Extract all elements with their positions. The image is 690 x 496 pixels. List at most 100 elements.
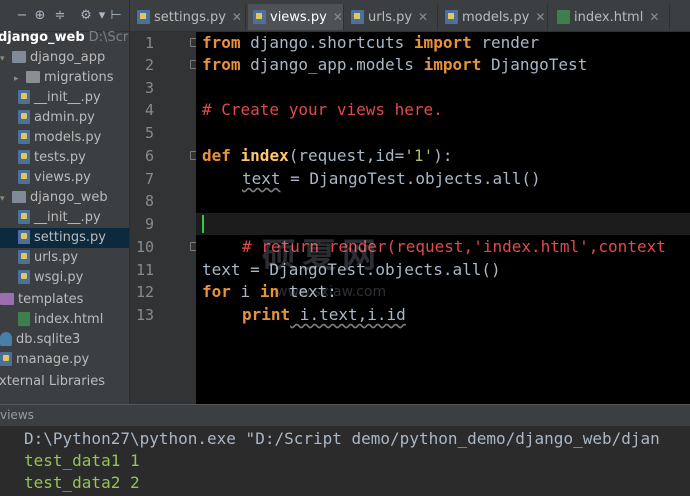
collapse-icon[interactable]: ≑ (52, 8, 68, 24)
tab-label: settings.py (154, 10, 226, 25)
tree-item-label: views.py (34, 170, 91, 185)
imported-name: render (471, 33, 540, 52)
print-args: i.text,i.id (290, 305, 406, 324)
loop-variable: i (230, 282, 260, 301)
tab-urls-py[interactable]: urls.py ✕ (346, 4, 438, 30)
tree-item-tests[interactable]: tests.py (18, 148, 129, 168)
keyword: import (423, 55, 482, 74)
collapse-arrow-icon[interactable]: ▸ (14, 69, 22, 89)
close-icon[interactable]: ✕ (649, 4, 659, 30)
html-file-icon (557, 10, 570, 24)
python-file-icon (18, 109, 30, 124)
tree-item-templates[interactable]: templates (0, 290, 129, 310)
keyword: for (202, 282, 231, 301)
close-icon[interactable]: ✕ (535, 4, 545, 30)
line-number: 1 (144, 34, 154, 52)
close-icon[interactable]: ✕ (418, 4, 428, 30)
html-file-icon (18, 311, 30, 326)
tree-item-label: xternal Libraries (0, 374, 105, 389)
tree-item-label: __init__.py (34, 210, 101, 225)
expand-arrow-icon[interactable]: ▾ (0, 49, 8, 69)
text-caret (202, 215, 204, 233)
line-number: 7 (144, 170, 154, 188)
watermark-url: www.sxiaw.com (276, 284, 387, 300)
comment: # Create your views here. (202, 100, 443, 119)
python-file-icon (18, 269, 30, 284)
run-panel-title[interactable]: views (0, 408, 34, 422)
tree-item-django-web-init[interactable]: __init__.py (18, 208, 129, 228)
tree-item-views[interactable]: views.py (18, 168, 129, 188)
pin-icon[interactable]: ⊢ (108, 8, 124, 24)
editor-tab-bar: settings.py ✕ views.py ✕ urls.py ✕ models.p… (130, 0, 690, 32)
tree-item-index-html[interactable]: index.html (18, 310, 129, 330)
python-file-icon (18, 229, 30, 244)
line-number: 3 (144, 79, 154, 97)
watermark: 硕夏网 (262, 236, 382, 276)
python-file-icon (351, 10, 364, 24)
tree-item-django-app[interactable]: ▾ django_app (0, 48, 129, 69)
line-number: 10 (135, 238, 154, 256)
target-icon[interactable]: ⊕ (32, 8, 48, 24)
line-number: 11 (135, 261, 154, 279)
line-number: 2 (144, 56, 154, 74)
tree-item-label: db.sqlite3 (16, 332, 81, 347)
tree-item-manage[interactable]: manage.py (0, 350, 129, 370)
tree-item-label: wsgi.py (34, 270, 84, 285)
tab-index-html[interactable]: index.html ✕ (552, 4, 670, 30)
tab-label: index.html (574, 10, 644, 25)
tree-item-wsgi[interactable]: wsgi.py (18, 268, 129, 288)
tree-item-label: settings.py (34, 230, 106, 245)
tree-item-migrations[interactable]: ▸ migrations (14, 68, 129, 89)
python-file-icon (137, 10, 150, 24)
tab-models-py[interactable]: models.py ✕ (440, 4, 548, 30)
punctuation: ): (433, 146, 453, 165)
run-panel-header: views (0, 404, 690, 426)
tree-item-django-app-init[interactable]: __init__.py (18, 88, 129, 108)
project-tool-window: − ⊕ ≑ ⚙ ▾ ⊢ django_webD:\Scrip ▾ django_a… (0, 0, 130, 404)
tree-item-label: models.py (34, 130, 102, 145)
parameters: (request,id= (288, 146, 405, 165)
python-file-icon (18, 129, 30, 144)
string-literal: '1' (404, 146, 434, 165)
tree-item-external-libraries[interactable]: xternal Libraries (0, 372, 129, 392)
tree-item-urls[interactable]: urls.py (18, 248, 129, 268)
database-file-icon (0, 331, 12, 346)
close-icon[interactable]: ✕ (333, 4, 343, 30)
code-line-7: text = DjangoTest.objects.all() (242, 168, 541, 190)
python-file-icon (18, 89, 30, 104)
tree-item-label: __init__.py (34, 90, 101, 105)
tree-item-label: migrations (44, 70, 114, 85)
python-file-icon (0, 351, 12, 366)
console-output-line: test_data2 2 (24, 473, 140, 492)
tab-settings-py[interactable]: settings.py ✕ (132, 4, 246, 30)
python-file-icon (18, 249, 30, 264)
folder-icon (26, 70, 40, 83)
tree-root-project[interactable]: django_webD:\Scrip (0, 28, 129, 48)
tree-item-label: django_web (30, 190, 108, 205)
tree-item-models[interactable]: models.py (18, 128, 129, 148)
tab-views-py[interactable]: views.py ✕ (248, 4, 344, 30)
expand-arrow-icon[interactable]: ▾ (0, 189, 8, 209)
line-number: 13 (135, 306, 154, 324)
line-number: 9 (144, 215, 154, 233)
template-folder-icon (0, 292, 14, 305)
python-file-icon (18, 149, 30, 164)
gear-icon[interactable]: ⚙ (78, 8, 94, 24)
tree-item-django-web[interactable]: ▾ django_web (0, 188, 129, 209)
editor-gutter[interactable]: 1 2 3 4 5 6 7 8 9 10 11 12 13 (130, 32, 197, 404)
console-command: D:\Python27\python.exe "D:/Script demo/p… (24, 429, 660, 448)
project-name: django_web (0, 30, 85, 45)
variable: text (242, 169, 281, 188)
keyword: from (202, 33, 241, 52)
package-folder-icon (12, 50, 26, 63)
close-icon[interactable]: ✕ (232, 4, 242, 30)
run-console[interactable]: D:\Python27\python.exe "D:/Script demo/p… (0, 426, 690, 496)
code-editor[interactable]: from django.shortcuts import render from… (196, 32, 690, 404)
tree-item-settings[interactable]: settings.py (0, 228, 129, 248)
imported-name: DjangoTest (481, 55, 588, 74)
hide-icon[interactable]: − (14, 8, 30, 24)
tree-item-admin[interactable]: admin.py (18, 108, 129, 128)
tree-item-label: django_app (30, 50, 106, 65)
tree-item-db-sqlite3[interactable]: db.sqlite3 (0, 330, 129, 350)
line-number: 6 (144, 147, 154, 165)
